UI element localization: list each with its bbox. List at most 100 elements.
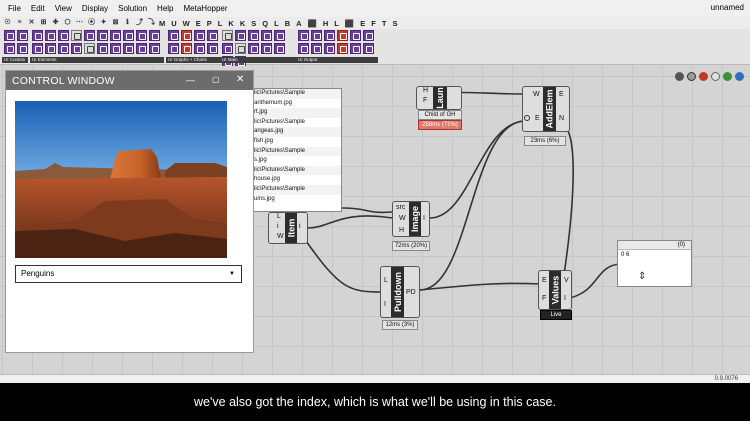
component-icon[interactable] — [274, 43, 285, 54]
component-icon[interactable] — [45, 30, 56, 41]
port-plus-icon[interactable] — [524, 115, 530, 121]
toolbar-icon[interactable]: ⦿ — [87, 19, 96, 27]
minimize-icon[interactable]: — — [186, 75, 195, 85]
port-i[interactable]: i — [277, 223, 279, 230]
container-icon[interactable] — [17, 43, 28, 54]
toolbar-icon[interactable]: ⊠ — [111, 19, 120, 27]
component-icon[interactable] — [311, 30, 322, 41]
shaded-icon[interactable] — [699, 72, 708, 81]
tab-w[interactable]: W — [180, 19, 193, 28]
wireframe-icon[interactable] — [687, 72, 696, 81]
close-icon[interactable]: ✕ — [236, 74, 244, 85]
component-icon[interactable] — [168, 43, 179, 54]
tab-s2[interactable]: S — [389, 19, 400, 28]
component-icon[interactable] — [58, 43, 69, 54]
component-icon[interactable] — [298, 30, 309, 41]
port-src[interactable]: src — [396, 204, 405, 211]
globe-icon[interactable] — [723, 72, 732, 81]
component-icon[interactable] — [32, 30, 43, 41]
menu-solution[interactable]: Solution — [113, 4, 152, 13]
toolbar-icon[interactable]: ☉ — [3, 19, 12, 27]
preview-icon[interactable] — [675, 72, 684, 81]
component-icon[interactable] — [261, 43, 272, 54]
toolbar-icon[interactable]: ✦ — [99, 19, 108, 27]
tab-k2[interactable]: K — [237, 19, 248, 28]
component-icon[interactable] — [337, 30, 348, 41]
toolbar-icon[interactable]: ⬡ — [63, 19, 72, 27]
port-e[interactable]: E — [542, 277, 547, 284]
tab-e2[interactable]: E — [357, 19, 368, 28]
component-icon[interactable] — [350, 43, 361, 54]
component-icon[interactable] — [222, 43, 233, 54]
component-icon[interactable] — [32, 43, 43, 54]
component-icon[interactable] — [363, 43, 374, 54]
launch-component[interactable]: H F Laun — [416, 86, 462, 110]
toolbar-icon[interactable]: ⊞ — [39, 19, 48, 27]
component-icon[interactable] — [181, 30, 192, 41]
port-w[interactable]: W — [277, 233, 284, 240]
component-icon[interactable] — [97, 30, 108, 41]
image-component[interactable]: src W H Image I — [392, 201, 430, 237]
tab-m[interactable]: M — [156, 19, 168, 28]
component-icon[interactable] — [350, 30, 361, 41]
component-icon[interactable] — [84, 43, 95, 54]
port-l[interactable]: L — [277, 213, 281, 220]
image-select-dropdown[interactable]: Penguins ▼ — [15, 265, 242, 283]
toolbar-icon[interactable]: ⤵ — [147, 19, 156, 27]
component-icon[interactable] — [71, 30, 82, 41]
port-pd[interactable]: PD — [406, 289, 416, 296]
port-n[interactable]: N — [559, 115, 564, 122]
toolbar-icon[interactable]: ⤴ — [135, 19, 144, 27]
tab-l2[interactable]: L — [271, 19, 282, 28]
component-icon[interactable] — [222, 30, 233, 41]
component-icon[interactable] — [235, 30, 246, 41]
port-l[interactable]: L — [384, 277, 388, 284]
container-icon[interactable] — [4, 30, 15, 41]
component-icon[interactable] — [324, 30, 335, 41]
toolbar-icon[interactable]: ⋯ — [75, 19, 84, 27]
container-icon[interactable] — [4, 43, 15, 54]
menu-display[interactable]: Display — [77, 4, 113, 13]
menu-metahopper[interactable]: MetaHopper — [179, 4, 233, 13]
tab-h[interactable]: H — [320, 19, 331, 28]
container-icon[interactable] — [17, 30, 28, 41]
component-icon[interactable] — [168, 30, 179, 41]
component-icon[interactable] — [123, 30, 134, 41]
toolbar-icon[interactable]: ✕ — [27, 19, 36, 27]
component-icon[interactable] — [274, 30, 285, 41]
tab-l[interactable]: L — [215, 19, 226, 28]
tab-f[interactable]: F — [368, 19, 379, 28]
component-icon[interactable] — [181, 43, 192, 54]
item-component[interactable]: L i W Item i — [268, 212, 308, 244]
tab-s[interactable]: S — [248, 19, 259, 28]
component-icon[interactable] — [194, 30, 205, 41]
component-icon[interactable] — [363, 30, 374, 41]
tab-l3[interactable]: L — [331, 19, 342, 28]
component-icon[interactable] — [110, 43, 121, 54]
port-f[interactable]: F — [423, 97, 427, 104]
tab-b[interactable]: B — [282, 19, 293, 28]
pulldown-component[interactable]: L I Pulldown PD — [380, 266, 420, 318]
component-icon[interactable] — [136, 30, 147, 41]
menu-edit[interactable]: Edit — [26, 4, 50, 13]
component-icon[interactable] — [84, 30, 95, 41]
component-icon[interactable] — [110, 30, 121, 41]
menu-view[interactable]: View — [50, 4, 77, 13]
port-i-out[interactable]: i — [299, 223, 301, 230]
tab-p[interactable]: P — [204, 19, 215, 28]
toolbar-icon[interactable]: ≡ — [15, 19, 24, 27]
port-i-out[interactable]: I — [423, 215, 425, 222]
component-icon[interactable] — [324, 43, 335, 54]
menu-help[interactable]: Help — [152, 4, 178, 13]
port-f[interactable]: F — [542, 295, 546, 302]
tab-u[interactable]: U — [168, 19, 179, 28]
component-icon[interactable] — [248, 30, 259, 41]
menu-file[interactable]: File — [0, 4, 26, 13]
component-icon[interactable] — [298, 43, 309, 54]
component-icon[interactable] — [45, 43, 56, 54]
options-icon[interactable] — [735, 72, 744, 81]
file-list-panel[interactable]: lic\Pictures\Sample anthemum.jpg rt.jpg … — [250, 88, 342, 212]
add-element-component[interactable]: W E AddElem E N — [522, 86, 570, 132]
port-h[interactable]: H — [423, 87, 428, 94]
output-panel[interactable]: (0) 0 6 ⇕ — [617, 240, 692, 287]
